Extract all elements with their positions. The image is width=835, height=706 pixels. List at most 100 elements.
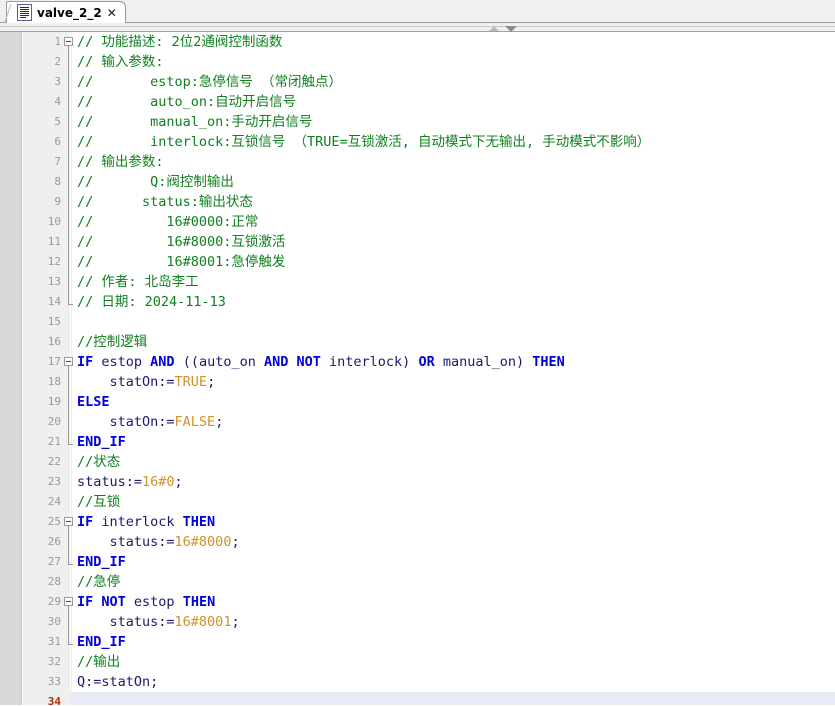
code-line[interactable]: 4// auto_on:自动开启信号 xyxy=(0,92,835,112)
code-token-cm: // 输出参数: xyxy=(77,154,164,170)
code-lines: 1// 功能描述: 2位2通阀控制函数2// 输入参数:3// estop:急停… xyxy=(0,32,835,705)
line-number: 29 xyxy=(23,592,61,612)
code-editor-area[interactable]: 1// 功能描述: 2位2通阀控制函数2// 输入参数:3// estop:急停… xyxy=(0,32,835,705)
code-line[interactable]: 19ELSE xyxy=(0,392,835,412)
code-line-text: // 16#0000:正常 xyxy=(77,212,258,232)
code-line-text: //互锁 xyxy=(77,492,120,512)
code-line-text: // 16#8000:互锁激活 xyxy=(77,232,285,252)
fold-collapse-icon[interactable] xyxy=(64,37,73,46)
editor-splitter-bar[interactable] xyxy=(0,23,835,32)
line-number: 9 xyxy=(23,192,61,212)
code-line-text: status:=16#8000; xyxy=(77,532,240,552)
code-token-cm: // interlock:互锁信号 （TRUE=互锁激活, 自动模式下无输出, … xyxy=(77,134,650,150)
code-line[interactable]: 33Q:=statOn; xyxy=(0,672,835,692)
code-token-kw: THEN xyxy=(183,594,216,610)
code-token-cm: //状态 xyxy=(77,454,120,470)
editor-tab-label: valve_2_2 xyxy=(37,6,102,20)
code-token-id: interlock) xyxy=(321,354,419,370)
code-line-text: status:=16#8001; xyxy=(77,612,240,632)
code-line[interactable]: 2// 输入参数: xyxy=(0,52,835,72)
code-line[interactable]: 25IF interlock THEN xyxy=(0,512,835,532)
code-line[interactable]: 1// 功能描述: 2位2通阀控制函数 xyxy=(0,32,835,52)
line-number: 11 xyxy=(23,232,61,252)
code-line[interactable]: 16//控制逻辑 xyxy=(0,332,835,352)
code-token-id: ; xyxy=(231,614,239,630)
code-line-text: ELSE xyxy=(77,392,110,412)
code-token-lit: 16#8000 xyxy=(175,534,232,550)
code-token-lit: TRUE xyxy=(175,374,208,390)
code-line[interactable]: 28//急停 xyxy=(0,572,835,592)
code-token-cm: // auto_on:自动开启信号 xyxy=(77,94,296,110)
code-token-id: statOn:= xyxy=(77,374,175,390)
code-token-lit: 16#8001 xyxy=(175,614,232,630)
code-line-text: // 16#8001:急停触发 xyxy=(77,252,285,272)
code-token-id: Q:=statOn; xyxy=(77,674,158,690)
line-number: 28 xyxy=(23,572,61,592)
code-line-text: //输出 xyxy=(77,652,120,672)
fold-guide-line xyxy=(68,612,69,632)
fold-guide-line xyxy=(68,372,69,392)
code-line[interactable]: 14// 日期: 2024-11-13 xyxy=(0,292,835,312)
code-line[interactable]: 29IF NOT estop THEN xyxy=(0,592,835,612)
code-line[interactable]: 27END_IF xyxy=(0,552,835,572)
line-number: 20 xyxy=(23,412,61,432)
fold-guide-line xyxy=(68,152,69,172)
code-line[interactable]: 7// 输出参数: xyxy=(0,152,835,172)
editor-tab-bar: valve_2_2 ✕ xyxy=(0,0,835,23)
code-token-kw: IF xyxy=(77,354,93,370)
code-line[interactable]: 31END_IF xyxy=(0,632,835,652)
code-line-text: // status:输出状态 xyxy=(77,192,253,212)
code-line[interactable]: 26 status:=16#8000; xyxy=(0,532,835,552)
fold-guide-line xyxy=(68,52,69,72)
code-line[interactable]: 30 status:=16#8001; xyxy=(0,612,835,632)
line-number: 18 xyxy=(23,372,61,392)
code-token-kw: THEN xyxy=(532,354,565,370)
triangle-up-icon[interactable] xyxy=(489,26,499,31)
code-line[interactable]: 5// manual_on:手动开启信号 xyxy=(0,112,835,132)
code-line[interactable]: 9 // status:输出状态 xyxy=(0,192,835,212)
line-number: 16 xyxy=(23,332,61,352)
code-line[interactable]: 13// 作者: 北岛李工 xyxy=(0,272,835,292)
code-line[interactable]: 12// 16#8001:急停触发 xyxy=(0,252,835,272)
code-line[interactable]: 24//互锁 xyxy=(0,492,835,512)
code-line[interactable]: 23status:=16#0; xyxy=(0,472,835,492)
code-line[interactable]: 34 xyxy=(0,692,835,705)
code-token-id: ; xyxy=(215,414,223,430)
code-token-cm: // estop:急停信号 （常闭触点） xyxy=(77,74,342,90)
fold-collapse-icon[interactable] xyxy=(64,597,73,606)
line-number: 5 xyxy=(23,112,61,132)
code-token-id: estop xyxy=(93,354,150,370)
code-line[interactable]: 11 // 16#8000:互锁激活 xyxy=(0,232,835,252)
line-number: 21 xyxy=(23,432,61,452)
code-line-text: IF interlock THEN xyxy=(77,512,215,532)
line-number: 27 xyxy=(23,552,61,572)
code-line[interactable]: 21END_IF xyxy=(0,432,835,452)
code-line[interactable]: 3// estop:急停信号 （常闭触点） xyxy=(0,72,835,92)
code-line[interactable]: 10 // 16#0000:正常 xyxy=(0,212,835,232)
code-line-text: statOn:=FALSE; xyxy=(77,412,223,432)
code-line[interactable]: 20 statOn:=FALSE; xyxy=(0,412,835,432)
code-token-kw: ELSE xyxy=(77,394,110,410)
fold-collapse-icon[interactable] xyxy=(64,517,73,526)
fold-guide-line xyxy=(68,252,69,272)
line-number: 34 xyxy=(23,692,61,705)
fold-guide-line xyxy=(68,172,69,192)
code-line[interactable]: 6// interlock:互锁信号 （TRUE=互锁激活, 自动模式下无输出,… xyxy=(0,132,835,152)
code-line[interactable]: 22//状态 xyxy=(0,452,835,472)
line-number: 10 xyxy=(23,212,61,232)
code-token-cm: // 作者: 北岛李工 xyxy=(77,274,199,290)
code-line-text: // Q:阀控制输出 xyxy=(77,172,234,192)
code-line[interactable]: 15 xyxy=(0,312,835,332)
code-line-text: //状态 xyxy=(77,452,120,472)
code-line[interactable]: 18 statOn:=TRUE; xyxy=(0,372,835,392)
code-token-id: ; xyxy=(207,374,215,390)
code-line[interactable]: 32//输出 xyxy=(0,652,835,672)
code-line[interactable]: 17IF estop AND ((auto_on AND NOT interlo… xyxy=(0,352,835,372)
fold-collapse-icon[interactable] xyxy=(64,357,73,366)
code-token-cm: // 功能描述: 2位2通阀控制函数 xyxy=(77,34,282,50)
code-line[interactable]: 8// Q:阀控制输出 xyxy=(0,172,835,192)
code-token-cm: // 16#0000:正常 xyxy=(77,214,258,230)
editor-tab-valve_2_2[interactable]: valve_2_2 ✕ xyxy=(6,1,126,23)
close-icon[interactable]: ✕ xyxy=(107,7,117,19)
code-line-text: // 日期: 2024-11-13 xyxy=(77,292,226,312)
